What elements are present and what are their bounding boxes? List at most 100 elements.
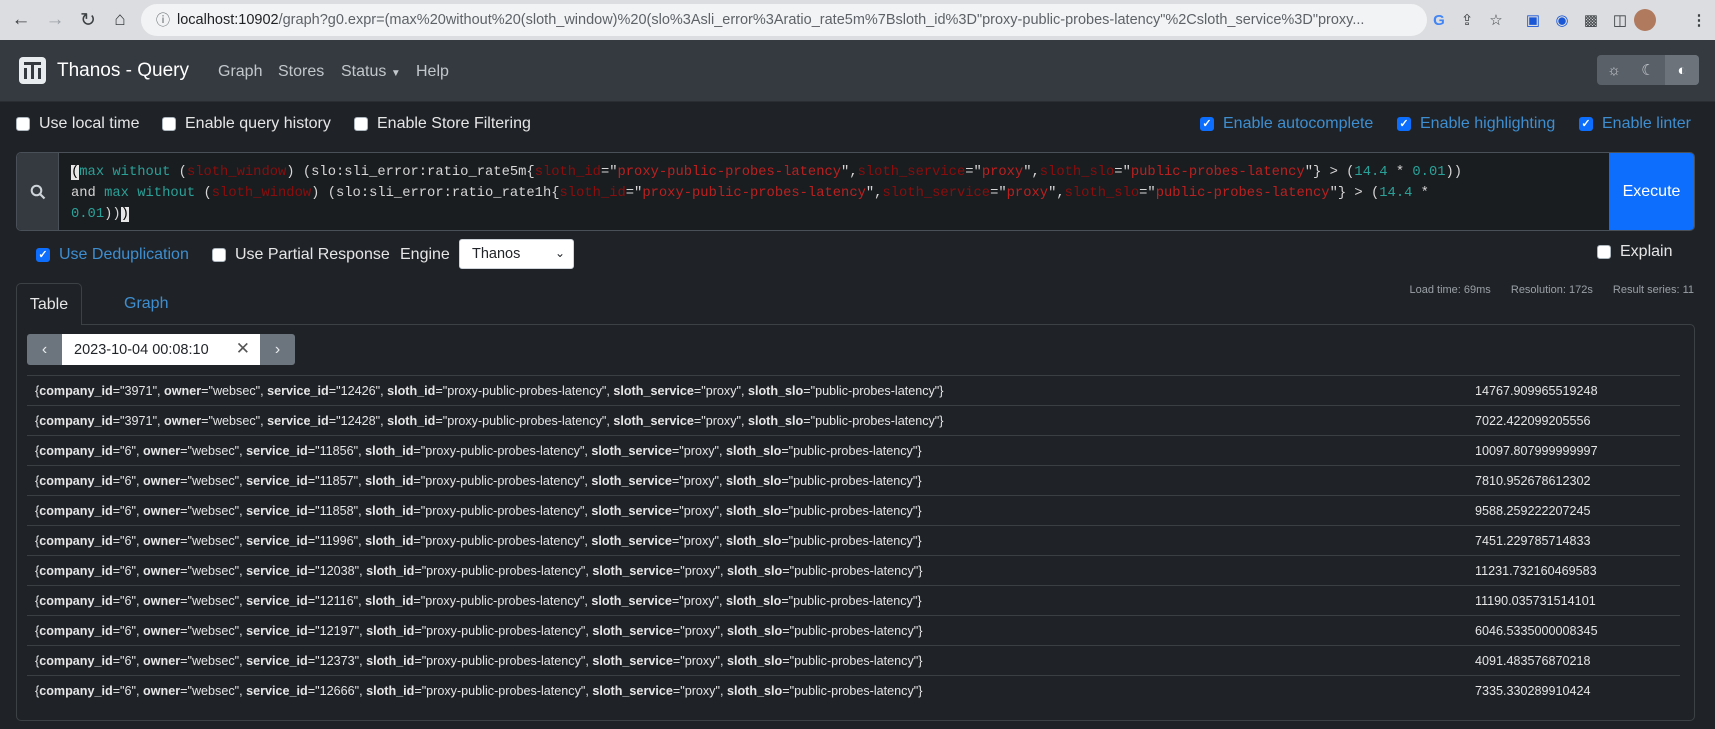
chevron-left-icon[interactable]: ‹ <box>27 334 62 365</box>
query-stats: Load time: 69ms Resolution: 172s Result … <box>1392 284 1694 296</box>
moon-icon[interactable]: ☾ <box>1631 55 1665 85</box>
label-value: proxy <box>683 474 715 488</box>
brand-title[interactable]: Thanos - Query <box>57 60 189 82</box>
label-name: sloth_id <box>387 414 436 428</box>
enable-query-history-checkbox[interactable]: Enable query history <box>162 115 331 133</box>
profile-avatar[interactable] <box>1634 9 1656 31</box>
use-local-time-checkbox[interactable]: Use local time <box>16 115 139 133</box>
checkbox-checked[interactable]: ✓ <box>1579 117 1593 131</box>
checkbox-checked[interactable]: ✓ <box>1397 117 1411 131</box>
chevron-right-icon[interactable]: › <box>260 334 295 365</box>
label-value: 6 <box>124 504 132 518</box>
checkbox-checked[interactable]: ✓ <box>1200 117 1214 131</box>
extension-target-icon[interactable]: ◉ <box>1548 6 1576 34</box>
home-icon[interactable]: ⌂ <box>103 3 137 37</box>
site-info-icon[interactable]: ⓘ <box>149 10 177 30</box>
label-value: proxy <box>684 624 716 638</box>
forward-arrow-icon[interactable]: → <box>38 3 72 37</box>
table-row: {company_id="6", owner="websec", service… <box>27 585 1680 615</box>
browser-chrome: ← → ↻ ⌂ ⓘ localhost:10902/graph?g0.expr=… <box>0 0 1715 40</box>
series-labels: {company_id="6", owner="websec", service… <box>35 594 922 608</box>
sun-icon[interactable]: ☼ <box>1597 55 1631 85</box>
label-value: public-probes-latency <box>794 564 914 578</box>
execute-button[interactable]: Execute <box>1609 153 1694 230</box>
label-name: company_id <box>39 684 113 698</box>
label-name: sloth_slo <box>747 414 804 428</box>
nav-link-status[interactable]: Status ▼ <box>341 63 401 81</box>
label-value: proxy <box>684 654 716 668</box>
label-name: owner <box>143 564 181 578</box>
enable-highlighting-checkbox[interactable]: ✓ Enable highlighting <box>1397 115 1555 133</box>
label-value: 3971 <box>124 384 153 398</box>
label-name: owner <box>143 624 181 638</box>
tab-graph[interactable]: Graph <box>105 283 187 325</box>
enable-autocomplete-checkbox[interactable]: ✓ Enable autocomplete <box>1200 115 1373 133</box>
side-panel-icon[interactable]: ◫ <box>1606 6 1634 34</box>
label-name: sloth_service <box>591 504 672 518</box>
query-editor[interactable]: (max without (sloth_window) (slo:sli_err… <box>16 152 1695 231</box>
label-name: sloth_service <box>592 624 673 638</box>
label-name: sloth_slo <box>726 444 782 458</box>
label-value: proxy-public-probes-latency <box>447 414 602 428</box>
back-arrow-icon[interactable]: ← <box>4 3 38 37</box>
label-value: public-probes-latency <box>794 654 914 668</box>
label-name: company_id <box>39 414 113 428</box>
enable-store-filtering-checkbox[interactable]: Enable Store Filtering <box>354 115 531 133</box>
share-icon[interactable]: ⇪ <box>1453 6 1481 34</box>
label-name: service_id <box>267 384 329 398</box>
google-lens-icon[interactable]: G <box>1425 6 1453 34</box>
series-value: 10097.807999999997 <box>1475 444 1598 458</box>
series-labels: {company_id="6", owner="websec", service… <box>35 684 923 698</box>
explain-checkbox[interactable]: Explain <box>1597 243 1672 261</box>
nav-link-status-label: Status <box>341 63 387 80</box>
contrast-icon[interactable]: ◐ <box>1665 55 1699 85</box>
checkbox-box[interactable] <box>16 117 30 131</box>
thanos-logo-icon[interactable] <box>19 57 46 84</box>
bookmark-star-icon[interactable]: ☆ <box>1482 6 1510 34</box>
checkbox-checked[interactable]: ✓ <box>36 248 50 262</box>
label-value: proxy <box>683 444 715 458</box>
label-name: service_id <box>246 684 308 698</box>
label-value: 6 <box>124 444 132 458</box>
label-value: proxy-public-probes-latency <box>426 624 581 638</box>
nav-link-stores[interactable]: Stores <box>278 63 324 81</box>
label-value: proxy <box>683 594 715 608</box>
enable-linter-checkbox[interactable]: ✓ Enable linter <box>1579 115 1691 133</box>
use-deduplication-checkbox[interactable]: ✓ Use Deduplication <box>36 246 189 264</box>
checkbox-box[interactable] <box>162 117 176 131</box>
table-row: {company_id="6", owner="websec", service… <box>27 495 1680 525</box>
extensions-puzzle-icon[interactable]: ▩ <box>1577 6 1605 34</box>
reload-icon[interactable]: ↻ <box>71 3 105 37</box>
label-name: sloth_service <box>613 414 694 428</box>
table-row: {company_id="6", owner="websec", service… <box>27 525 1680 555</box>
table-row: {company_id="3971", owner="websec", serv… <box>27 405 1680 435</box>
table-row: {company_id="6", owner="websec", service… <box>27 645 1680 675</box>
label-name: service_id <box>246 564 308 578</box>
nav-link-help[interactable]: Help <box>416 63 449 81</box>
label-value: 12428 <box>340 414 376 428</box>
checkbox-box[interactable] <box>354 117 368 131</box>
tab-table[interactable]: Table <box>16 283 82 325</box>
address-bar[interactable]: ⓘ localhost:10902/graph?g0.expr=(max%20w… <box>141 4 1427 36</box>
label-value: websec <box>191 624 235 638</box>
use-partial-response-checkbox[interactable]: Use Partial Response <box>212 246 390 264</box>
label-name: company_id <box>39 624 113 638</box>
clear-icon[interactable]: ✕ <box>236 339 250 359</box>
extension-shield-icon[interactable]: ▣ <box>1519 6 1547 34</box>
label-name: service_id <box>246 504 308 518</box>
checkbox-box[interactable] <box>212 248 226 262</box>
query-line-1: (max without (sloth_window) (slo:sli_err… <box>71 165 1463 180</box>
label-value: public-probes-latency <box>794 624 914 638</box>
browser-menu-icon[interactable]: ⋮ <box>1685 6 1713 34</box>
url-text[interactable]: localhost:10902/graph?g0.expr=(max%20wit… <box>177 12 1417 28</box>
label-value: 11858 <box>319 504 354 518</box>
nav-link-graph[interactable]: Graph <box>218 63 262 81</box>
evaluation-time-input[interactable]: 2023-10-04 00:08:10 ✕ <box>62 334 260 365</box>
series-value: 7022.422099205556 <box>1475 414 1591 428</box>
series-value: 6046.5335000008345 <box>1475 624 1598 638</box>
query-expression[interactable]: (max without (sloth_window) (slo:sli_err… <box>71 162 1611 225</box>
checkbox-box[interactable] <box>1597 245 1611 259</box>
table-row: {company_id="6", owner="websec", service… <box>27 675 1680 705</box>
engine-select[interactable]: Thanos ⌄ <box>459 239 574 269</box>
label-value: proxy-public-probes-latency <box>426 654 581 668</box>
